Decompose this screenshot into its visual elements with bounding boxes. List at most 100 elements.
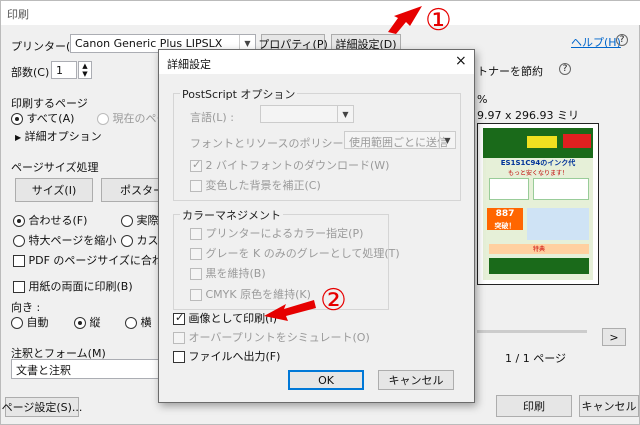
keep-black-label: 黒を維持(B)	[205, 267, 266, 280]
poster-button[interactable]: ポスター	[101, 178, 164, 202]
download-2byte-option[interactable]: 2 バイトフォントのダウンロード(W)	[190, 157, 389, 173]
comments-value: 文書と注釈	[16, 364, 71, 377]
gray-k-label: グレーを K のみのグレーとして処理(T)	[205, 247, 400, 260]
landscape-radio[interactable]	[125, 317, 137, 329]
download-2byte-checkbox[interactable]	[190, 158, 202, 172]
title-bar: 印刷	[1, 1, 640, 25]
orientation-label: 向き :	[11, 301, 41, 314]
printer-color-label: プリンターによるカラー指定(P)	[205, 227, 364, 240]
orientation-landscape[interactable]: 横	[125, 314, 152, 330]
auto-radio[interactable]	[11, 317, 23, 329]
page-setup-button[interactable]: ページ設定(S)...	[2, 397, 82, 417]
window-title: 印刷	[7, 8, 29, 21]
arrow-2-icon	[264, 300, 316, 321]
all-pages-option[interactable]: すべて(A)	[11, 110, 74, 126]
help-link[interactable]: ヘルプ(H)	[571, 34, 621, 50]
current-page-radio[interactable]	[97, 113, 109, 125]
marker-1: ①	[425, 3, 452, 38]
print-as-image-checkbox[interactable]	[173, 311, 185, 325]
preview-percent: %	[477, 93, 488, 106]
all-pages-label: すべて(A)	[26, 112, 75, 125]
duplex-label: 用紙の両面に印刷(B)	[28, 280, 133, 293]
portrait-label: 縦	[89, 316, 101, 329]
duplex-checkbox[interactable]	[13, 281, 25, 293]
portrait-radio[interactable]	[74, 317, 86, 329]
gray-k-option[interactable]: グレーを K のみのグレーとして処理(T)	[190, 245, 400, 261]
keep-black-option[interactable]: 黒を維持(B)	[190, 265, 266, 281]
actual-size-label: 実際	[136, 214, 159, 227]
printer-color-checkbox[interactable]	[190, 228, 202, 240]
gray-k-checkbox[interactable]	[190, 248, 202, 260]
ok-button[interactable]: OK	[288, 370, 364, 390]
simulate-overprint-checkbox[interactable]	[173, 332, 185, 344]
print-to-file-checkbox[interactable]	[173, 351, 185, 363]
help-icon[interactable]: ?	[616, 34, 628, 46]
fit-radio[interactable]	[13, 215, 25, 227]
fit-label: 合わせる(F)	[28, 214, 88, 227]
more-options-toggle[interactable]: ▶ 詳細オプション	[15, 128, 102, 144]
chevron-down-icon: ▼	[337, 106, 353, 122]
copies-label: 部数(C) :	[11, 66, 57, 79]
flyer-image: ES1S1C94のインク代 もっと安くなります！ 887 突破！ 特典	[483, 128, 593, 280]
orientation-portrait[interactable]: 縦	[74, 314, 101, 330]
flyer-subtitle: もっと安くなります！	[507, 170, 568, 177]
dialog-cancel-button[interactable]: キャンセル	[378, 370, 454, 390]
copies-input[interactable]: 1	[51, 61, 77, 79]
shrink-label: 特大ページを縮小	[28, 234, 117, 247]
actual-size-radio[interactable]	[121, 215, 133, 227]
pages-section-label: 印刷するページ	[11, 97, 88, 110]
correct-bg-checkbox[interactable]	[190, 180, 202, 192]
flyer-badge: 887	[495, 209, 515, 219]
postscript-group: PostScript オプション 言語(L) : ▼ フォントとリソースのポリシ…	[173, 86, 461, 201]
actual-size-option[interactable]: 実際	[121, 212, 159, 228]
custom-radio[interactable]	[121, 235, 133, 247]
comments-select[interactable]: 文書と注釈	[11, 359, 161, 379]
pdf-page-size-checkbox[interactable]	[13, 255, 25, 267]
arrow-1-icon	[388, 6, 422, 34]
simulate-overprint-option[interactable]: オーバープリントをシミュレート(O)	[173, 329, 370, 345]
font-policy-label: フォントとリソースのポリシー(N) :	[190, 137, 368, 150]
more-options-label: 詳細オプション	[24, 130, 102, 143]
marker-2: ②	[320, 283, 347, 318]
preview-scrollbar[interactable]	[477, 330, 587, 333]
close-icon[interactable]: ×	[455, 53, 467, 69]
shrink-option[interactable]: 特大ページを縮小	[13, 232, 116, 248]
size-button[interactable]: サイズ(I)	[15, 178, 93, 202]
flyer-title: ES1S1C94のインク代	[500, 159, 576, 167]
dialog-title: 詳細設定	[167, 58, 211, 71]
page-preview: ES1S1C94のインク代 もっと安くなります！ 887 突破！ 特典	[477, 123, 599, 285]
dialog-title-bar: 詳細設定 ×	[159, 50, 474, 74]
copies-value: 1	[56, 64, 63, 77]
next-page-button[interactable]: >	[602, 328, 626, 346]
copies-stepper[interactable]: ▲ ▼	[78, 61, 92, 79]
print-button[interactable]: 印刷	[496, 395, 572, 417]
postscript-group-label: PostScript オプション	[180, 86, 298, 102]
fit-option[interactable]: 合わせる(F)	[13, 212, 87, 228]
color-group-label: カラーマネジメント	[180, 207, 283, 223]
keep-cmyk-checkbox[interactable]	[190, 289, 202, 301]
triangle-right-icon: ▶	[15, 133, 22, 142]
keep-black-checkbox[interactable]	[190, 268, 202, 280]
download-2byte-label: 2 バイトフォントのダウンロード(W)	[205, 159, 390, 172]
toner-saving-label: トナーを節約	[477, 65, 543, 78]
orientation-auto[interactable]: 自動	[11, 314, 49, 330]
font-policy-select[interactable]: 使用範囲ごとに送信 ▼	[344, 131, 456, 149]
printer-color-option[interactable]: プリンターによるカラー指定(P)	[190, 225, 363, 241]
sizing-section-label: ページサイズ処理	[11, 161, 99, 174]
all-pages-radio[interactable]	[11, 113, 23, 125]
correct-bg-label: 変色した背景を補正(C)	[205, 179, 321, 192]
chevron-down-icon: ▼	[439, 132, 455, 148]
print-to-file-label: ファイルへ出力(F)	[188, 350, 281, 363]
print-to-file-option[interactable]: ファイルへ出力(F)	[173, 348, 280, 364]
duplex-option[interactable]: 用紙の両面に印刷(B)	[13, 278, 133, 294]
advanced-dialog: 詳細設定 × PostScript オプション 言語(L) : ▼ フォントとリ…	[158, 49, 475, 403]
info-icon[interactable]: ?	[559, 63, 571, 75]
auto-label: 自動	[26, 316, 49, 329]
landscape-label: 横	[140, 316, 152, 329]
shrink-radio[interactable]	[13, 235, 25, 247]
cancel-button[interactable]: キャンセル	[579, 395, 639, 417]
current-page-option[interactable]: 現在のペー	[97, 110, 168, 126]
language-select[interactable]: ▼	[260, 105, 354, 123]
language-label: 言語(L) :	[190, 111, 234, 124]
correct-bg-option[interactable]: 変色した背景を補正(C)	[190, 177, 321, 193]
